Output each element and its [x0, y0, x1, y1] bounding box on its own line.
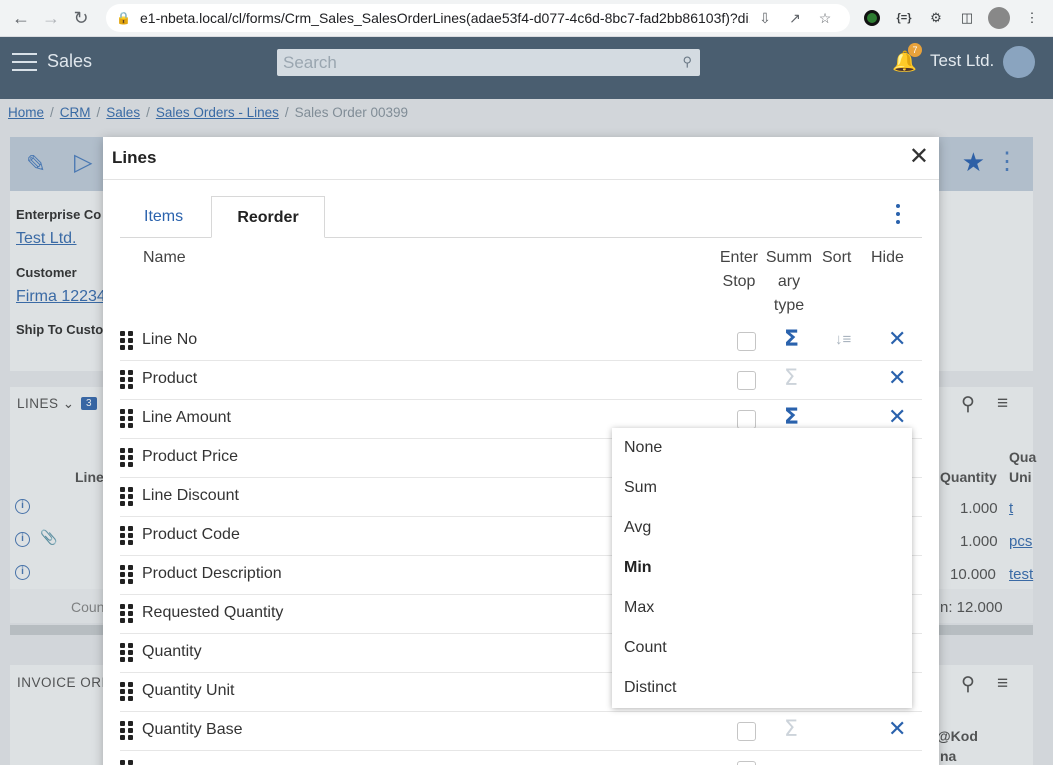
enter-stop-checkbox[interactable]: [737, 410, 756, 429]
back-icon[interactable]: ←: [6, 3, 36, 33]
forward-icon[interactable]: →: [36, 3, 66, 33]
row-label: Product Code: [142, 526, 240, 543]
app-header: Sales Search ⚲ 🔔 7 Test Ltd.: [0, 37, 1053, 99]
drag-handle-icon[interactable]: [120, 643, 135, 663]
sigma-icon[interactable]: Σ: [784, 328, 799, 352]
col-enter-stop-header: Enter Stop: [719, 249, 759, 290]
drag-handle-icon[interactable]: [120, 604, 135, 624]
row-label: Product: [142, 370, 198, 387]
address-bar[interactable]: 🔒 e1-nbeta.local/cl/forms/Crm_Sales_Sale…: [106, 4, 850, 32]
row-label: Line No: [142, 331, 198, 348]
sort-icon[interactable]: ↓≡: [835, 331, 851, 348]
side-panel-icon[interactable]: ◫: [955, 6, 979, 30]
drag-handle-icon[interactable]: [120, 721, 135, 741]
dialog-title: Lines: [112, 148, 157, 167]
more-vertical-icon[interactable]: [896, 204, 904, 228]
list-item[interactable]: Product Σ ✕: [120, 361, 922, 400]
enter-stop-checkbox[interactable]: [737, 371, 756, 390]
hide-x-icon[interactable]: ✕: [888, 717, 906, 742]
dropdown-option-none[interactable]: None: [624, 439, 662, 457]
tab-reorder[interactable]: Reorder: [211, 196, 325, 238]
col-summary-type-header: Summ ary type: [765, 249, 813, 314]
download-icon[interactable]: ⇩: [750, 10, 780, 27]
row-label: Line Discount: [142, 487, 239, 504]
app-title: Sales: [47, 51, 93, 71]
col-sort-header: Sort: [822, 249, 852, 266]
dialog-tabs: Items Reorder: [120, 196, 922, 238]
search-placeholder: Search: [283, 53, 337, 72]
drag-handle-icon[interactable]: [120, 487, 135, 507]
drag-handle-icon[interactable]: [120, 370, 135, 390]
list-item[interactable]: Line No Σ ↓≡ ✕: [120, 322, 922, 361]
drag-handle-icon[interactable]: [120, 448, 135, 468]
company-logo[interactable]: [1003, 46, 1035, 78]
row-label: Quantity Base: [142, 721, 243, 738]
drag-handle-icon[interactable]: [120, 760, 135, 765]
star-icon[interactable]: ☆: [810, 10, 840, 27]
row-label: Requested Quantity: [142, 604, 284, 621]
dropdown-option-max[interactable]: Max: [624, 599, 654, 617]
row-label: Product Description: [142, 565, 282, 582]
share-icon[interactable]: ↗: [780, 10, 810, 27]
enter-stop-checkbox[interactable]: [737, 332, 756, 351]
sigma-icon[interactable]: Σ: [784, 367, 798, 391]
tab-items[interactable]: Items: [120, 196, 207, 238]
dropdown-option-min[interactable]: Min: [624, 559, 652, 577]
row-label: Quantity Unit: [142, 682, 235, 699]
lock-icon: 🔒: [116, 11, 131, 25]
dialog-header: Lines ✕: [103, 137, 939, 180]
json-extension-icon[interactable]: {=}: [892, 6, 916, 30]
company-name[interactable]: Test Ltd.: [930, 51, 994, 71]
dropdown-option-avg[interactable]: Avg: [624, 519, 651, 537]
list-item[interactable]: [120, 751, 922, 765]
reload-icon[interactable]: ↻: [66, 3, 96, 33]
menu-icon[interactable]: ⋮: [1020, 6, 1044, 30]
list-item[interactable]: Quantity Base Σ ✕: [120, 712, 922, 751]
col-name-header: Name: [143, 249, 186, 266]
hide-x-icon[interactable]: ✕: [888, 405, 906, 430]
sigma-icon[interactable]: Σ: [784, 406, 799, 430]
dropdown-option-sum[interactable]: Sum: [624, 479, 657, 497]
row-label: Line Amount: [142, 409, 231, 426]
row-label: Quantity: [142, 643, 202, 660]
notification-badge: 7: [908, 43, 922, 57]
enter-stop-checkbox[interactable]: [737, 761, 756, 765]
hide-x-icon[interactable]: ✕: [888, 366, 906, 391]
dropdown-option-count[interactable]: Count: [624, 639, 667, 657]
dropdown-option-distinct[interactable]: Distinct: [624, 679, 676, 697]
col-hide-header: Hide: [871, 249, 904, 266]
browser-toolbar: ← → ↻ 🔒 e1-nbeta.local/cl/forms/Crm_Sale…: [0, 0, 1053, 37]
search-icon[interactable]: ⚲: [682, 54, 692, 70]
sigma-icon[interactable]: Σ: [784, 718, 798, 742]
extension-icon[interactable]: [860, 6, 884, 30]
drag-handle-icon[interactable]: [120, 331, 135, 351]
drag-handle-icon[interactable]: [120, 409, 135, 429]
profile-icon[interactable]: [987, 6, 1011, 30]
hide-x-icon[interactable]: ✕: [888, 327, 906, 352]
row-label: Product Price: [142, 448, 239, 465]
url-text[interactable]: e1-nbeta.local/cl/forms/Crm_Sales_SalesO…: [140, 10, 750, 26]
drag-handle-icon[interactable]: [120, 526, 135, 546]
puzzle-icon[interactable]: ⚙: [924, 6, 948, 30]
hamburger-icon[interactable]: [12, 53, 37, 71]
enter-stop-checkbox[interactable]: [737, 722, 756, 741]
drag-handle-icon[interactable]: [120, 682, 135, 702]
drag-handle-icon[interactable]: [120, 565, 135, 585]
close-icon[interactable]: ✕: [909, 145, 929, 169]
search-input[interactable]: Search ⚲: [277, 49, 700, 76]
summary-type-dropdown: None Sum Avg Min Max Count Distinct: [612, 428, 912, 708]
